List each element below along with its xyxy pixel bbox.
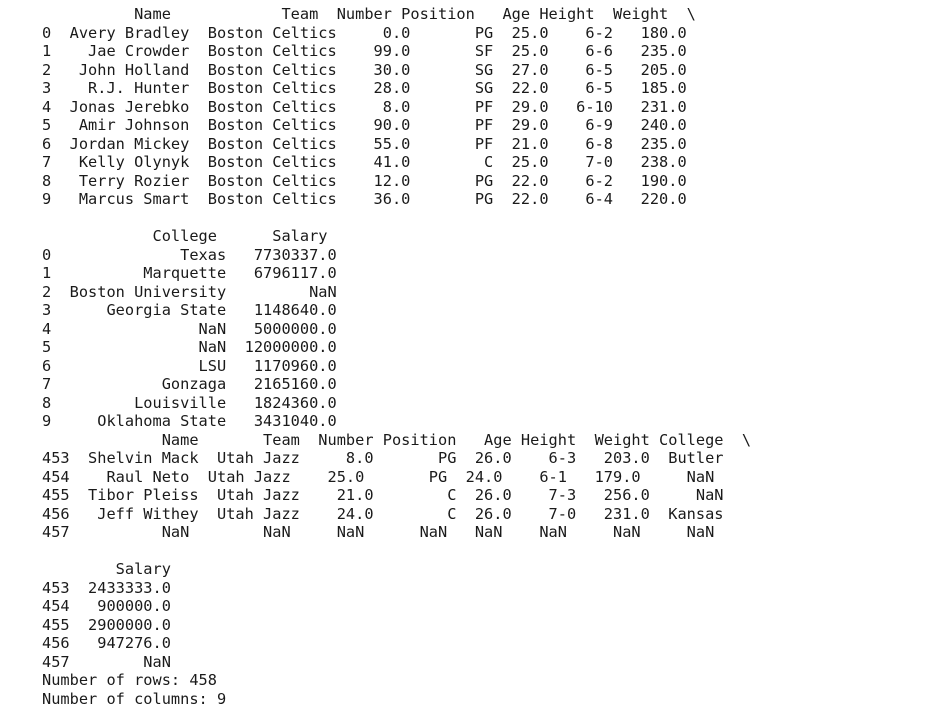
- console-line: 1 Jae Crowder Boston Celtics 99.0 SF 25.…: [42, 42, 715, 60]
- console-line: 6 Jordan Mickey Boston Celtics 55.0 PF 2…: [42, 134, 715, 153]
- console-line: 9 Marcus Smart Boston Celtics 36.0 PG 22…: [42, 190, 715, 208]
- console-line: 456 Jeff Withey Utah Jazz 24.0 C 26.0 7-…: [42, 504, 752, 523]
- console-line: 6 LSU 1170960.0: [42, 356, 356, 375]
- console-line: 457 NaN: [42, 652, 190, 671]
- console-line: 0 Avery Bradley Boston Celtics 0.0 PG 25…: [42, 23, 715, 42]
- console-line: 0 Texas 7730337.0: [42, 245, 356, 264]
- console-line: 453 2433333.0: [42, 578, 190, 597]
- console-line: Number of rows: 458: [42, 671, 217, 689]
- console-line: 3 R.J. Hunter Boston Celtics 28.0 SG 22.…: [42, 79, 715, 97]
- console-line: 9 Oklahoma State 3431040.0: [42, 412, 356, 430]
- console-line: 7 Gonzaga 2165160.0: [42, 375, 356, 393]
- console-line: 453 Shelvin Mack Utah Jazz 8.0 PG 26.0 6…: [42, 449, 752, 467]
- console-line: 2 John Holland Boston Celtics 30.0 SG 27…: [42, 60, 715, 79]
- console-line: Number of columns: 9: [42, 689, 227, 708]
- console-line: 8 Terry Rozier Boston Celtics 12.0 PG 22…: [42, 171, 715, 190]
- console-line: 2 Boston University NaN: [42, 282, 356, 301]
- console-line: 4 NaN 5000000.0: [42, 319, 356, 338]
- console-line: 3 Georgia State 1148640.0: [42, 301, 356, 319]
- console-line: 8 Louisville 1824360.0: [42, 393, 356, 412]
- console-line: Name Team Number Position Age Height Wei…: [42, 430, 752, 449]
- console-line: Salary: [42, 560, 190, 578]
- terminal-output: Name Team Number Position Age Height Wei…: [42, 5, 932, 708]
- console-line: 7 Kelly Olynyk Boston Celtics 41.0 C 25.…: [42, 153, 715, 171]
- console-line: 1 Marquette 6796117.0: [42, 264, 356, 282]
- console-line: Name Team Number Position Age Height Wei…: [42, 5, 696, 23]
- console-line: 455 Tibor Pleiss Utah Jazz 21.0 C 26.0 7…: [42, 486, 752, 504]
- console-line: 454 Raul Neto Utah Jazz 25.0 PG 24.0 6-1…: [42, 467, 742, 486]
- console-line: 455 2900000.0: [42, 615, 190, 634]
- console-line: College Salary: [42, 227, 346, 245]
- console-line: 454 900000.0: [42, 597, 190, 615]
- console-line: 5 NaN 12000000.0: [42, 338, 356, 356]
- console-line: 5 Amir Johnson Boston Celtics 90.0 PF 29…: [42, 116, 715, 134]
- console-line: 456 947276.0: [42, 634, 190, 652]
- console-line: 457 NaN NaN NaN NaN NaN NaN NaN NaN: [42, 523, 742, 541]
- console-line: 4 Jonas Jerebko Boston Celtics 8.0 PF 29…: [42, 97, 715, 116]
